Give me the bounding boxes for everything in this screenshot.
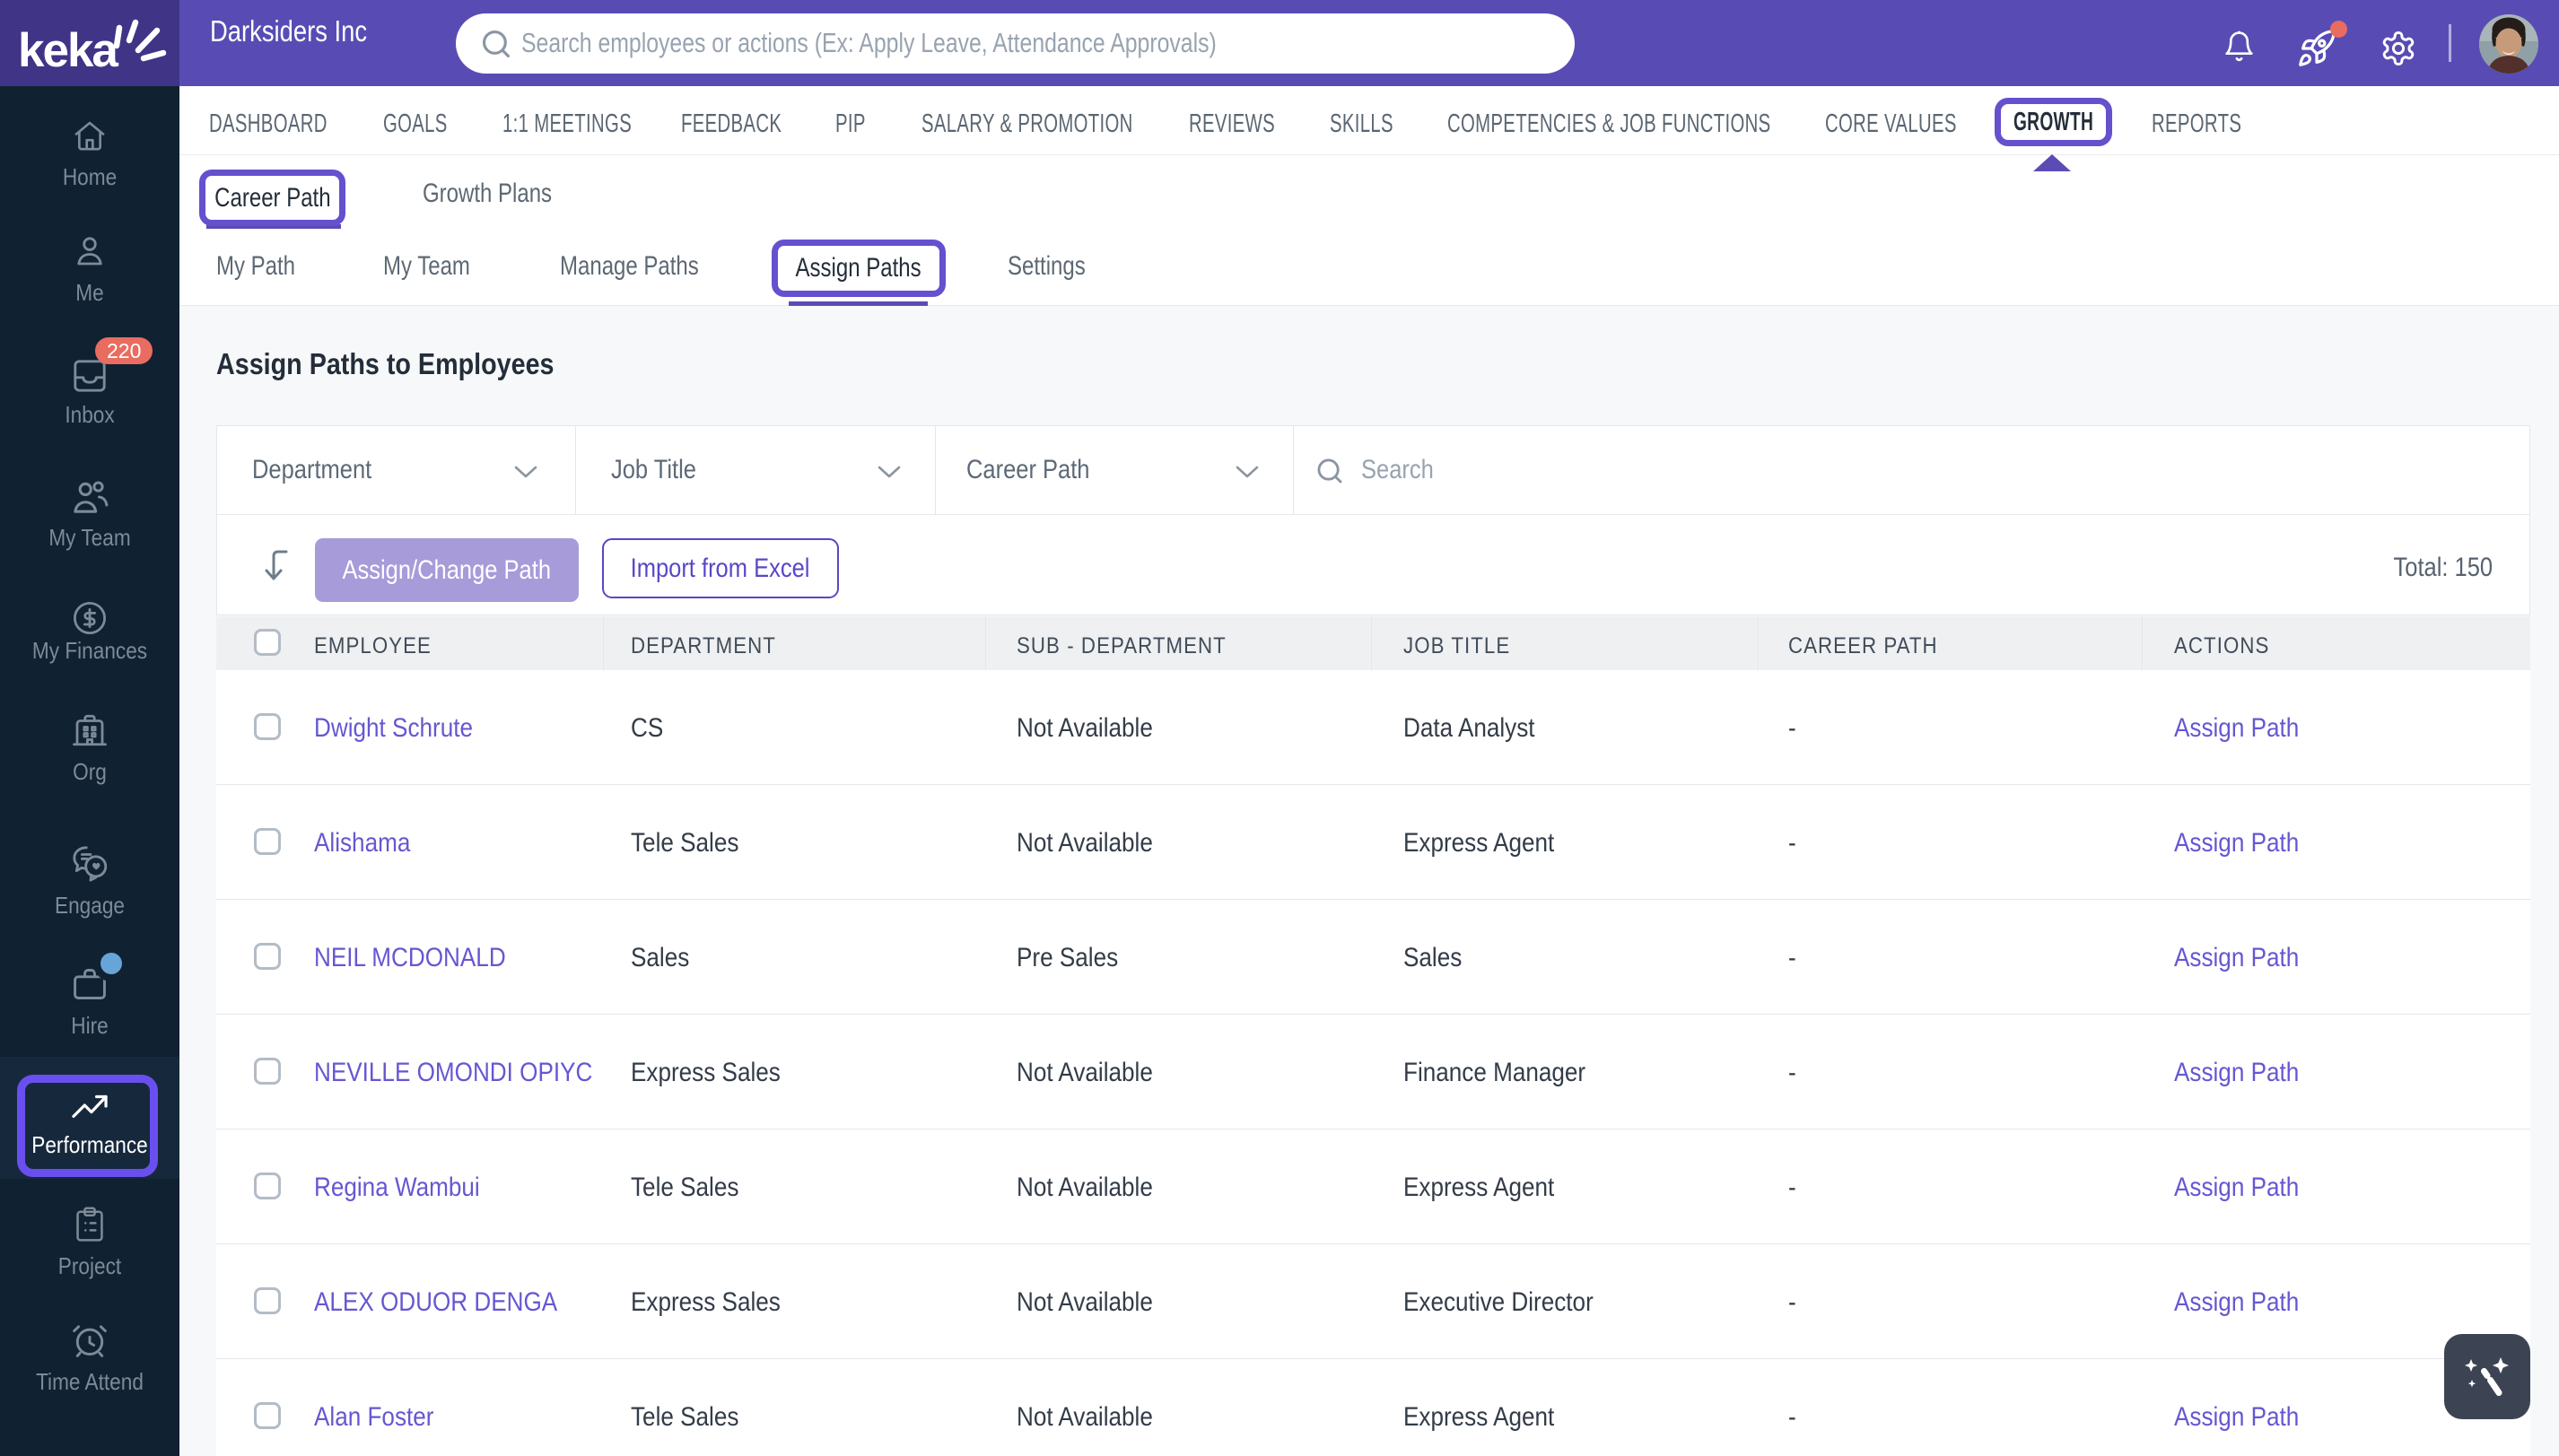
svg-text:keka: keka [20,27,118,72]
